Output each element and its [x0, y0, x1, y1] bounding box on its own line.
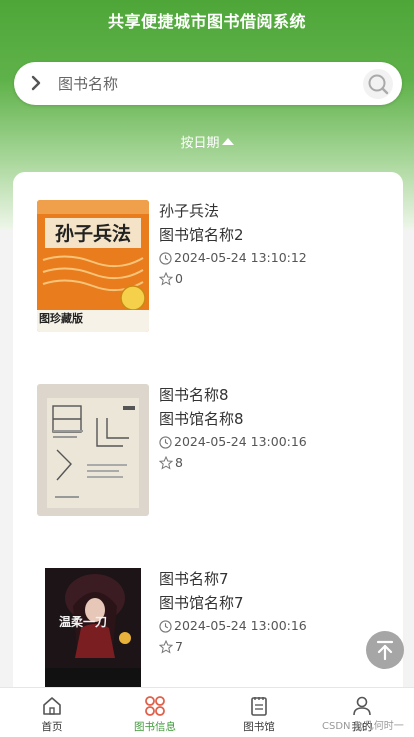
star-count: 0	[175, 271, 183, 286]
clock-icon	[159, 251, 172, 265]
tab-library-label: 图书馆	[243, 721, 275, 733]
star-count: 8	[175, 455, 183, 470]
list-item[interactable]: 孙子兵法 图珍藏版 孙子兵法 图书馆名称2 2024-05-24 13:10:1…	[37, 200, 387, 334]
list-item[interactable]: 图书名称8 图书馆名称8 2024-05-24 13:00:16 8	[37, 384, 387, 518]
user-icon	[353, 696, 371, 716]
search-input[interactable]	[58, 70, 338, 97]
tab-home-label: 首页	[41, 721, 63, 733]
tab-book-info-label: 图书信息	[134, 721, 176, 733]
book-cover[interactable]	[37, 384, 149, 516]
back-to-top-button[interactable]	[366, 631, 404, 669]
chevron-right-icon[interactable]	[26, 73, 46, 93]
arrow-up-icon	[376, 640, 394, 661]
tab-library[interactable]: 图书馆	[207, 688, 311, 737]
book-list: 孙子兵法 图珍藏版 孙子兵法 图书馆名称2 2024-05-24 13:10:1…	[13, 172, 403, 712]
search-icon[interactable]	[362, 68, 394, 100]
cover-subtitle: 图珍藏版	[39, 311, 83, 325]
cover-title: 温柔一刀	[59, 614, 107, 629]
library-name: 图书馆名称2	[159, 226, 244, 244]
book-name: 图书名称7	[159, 570, 229, 588]
tab-home[interactable]: 首页	[0, 688, 104, 737]
book-name: 图书名称8	[159, 386, 229, 404]
book-cover[interactable]: 温柔一刀	[37, 568, 149, 688]
grid-flower-icon	[145, 696, 165, 716]
star-icon	[159, 272, 173, 286]
search-bar	[14, 62, 402, 105]
clock-icon	[159, 619, 172, 633]
page-title: 共享便捷城市图书借阅系统	[107, 12, 306, 31]
cover-title: 孙子兵法	[55, 222, 131, 245]
star-count: 7	[175, 639, 183, 654]
tab-book-info[interactable]: 图书信息	[103, 688, 207, 737]
watermark: CSDN @几何时一	[322, 721, 404, 732]
sort-by-date-button[interactable]: 按日期	[0, 132, 414, 151]
publish-time: 2024-05-24 13:00:16	[174, 618, 307, 633]
book-cover[interactable]: 孙子兵法 图珍藏版	[37, 200, 149, 332]
home-icon	[43, 697, 61, 715]
star-icon	[159, 456, 173, 470]
publish-time: 2024-05-24 13:00:16	[174, 434, 307, 449]
star-icon	[159, 640, 173, 654]
book-name: 孙子兵法	[159, 202, 220, 220]
library-name: 图书馆名称8	[159, 410, 244, 428]
sort-up-icon	[221, 138, 234, 145]
sort-label: 按日期	[180, 136, 220, 151]
library-name: 图书馆名称7	[159, 594, 244, 612]
publish-time: 2024-05-24 13:10:12	[174, 250, 307, 265]
book-icon	[251, 697, 267, 716]
list-item[interactable]: 温柔一刀 图书名称7 图书馆名称7 2024-05-24 13:00:16 7	[37, 568, 387, 702]
clock-icon	[159, 435, 172, 449]
